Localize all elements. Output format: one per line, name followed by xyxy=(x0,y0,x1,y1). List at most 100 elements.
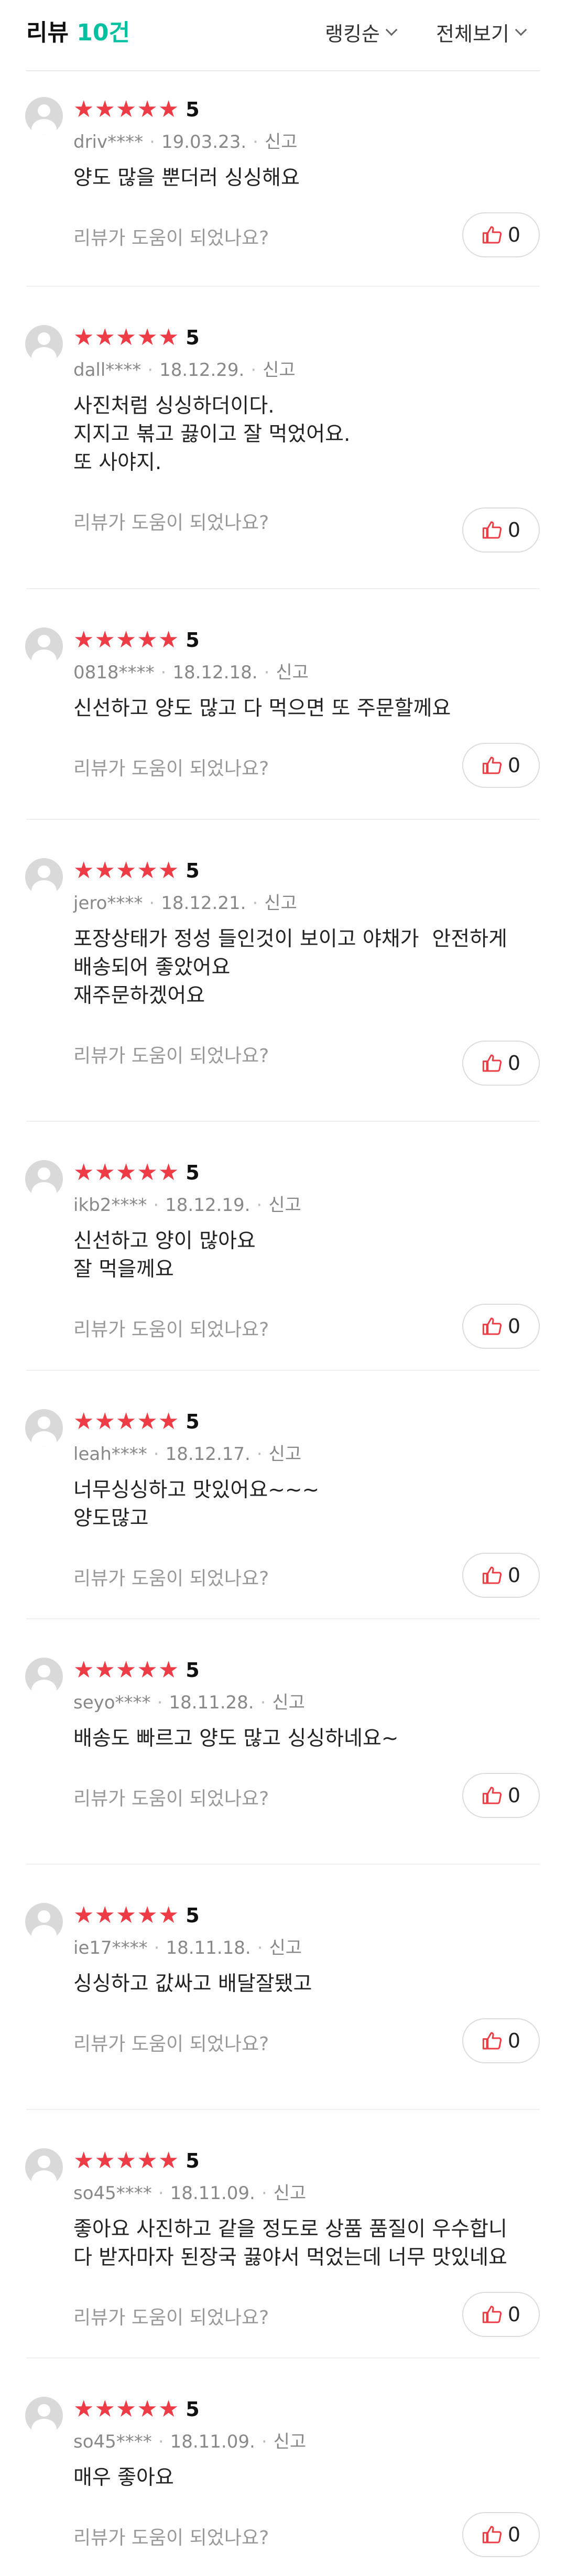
rating-value: 5 xyxy=(186,2398,200,2421)
rating-value: 5 xyxy=(186,1161,200,1184)
like-button[interactable]: 0 xyxy=(462,1773,540,1818)
like-button[interactable]: 0 xyxy=(462,507,540,553)
like-button[interactable]: 0 xyxy=(462,1553,540,1598)
report-link[interactable]: 신고 xyxy=(265,132,298,153)
helpful-prompt: 리뷰가 도움이 되었나요? xyxy=(73,228,269,249)
review-date: 18.11.28. xyxy=(169,1692,254,1713)
divider xyxy=(26,1121,540,1122)
report-link[interactable]: 신고 xyxy=(276,662,309,683)
like-button[interactable]: 0 xyxy=(462,743,540,788)
report-link[interactable]: 신고 xyxy=(269,1938,302,1958)
review-text-line: 사진처럼 싱싱하더이다. xyxy=(73,394,275,418)
meta-separator: · xyxy=(260,1692,266,1713)
star-icon: ★ xyxy=(94,626,115,653)
star-icon: ★ xyxy=(115,1657,137,1683)
review-date: 18.12.29. xyxy=(159,360,245,381)
like-count: 0 xyxy=(507,2523,521,2546)
helpful-prompt: 리뷰가 도움이 되었나요? xyxy=(73,2527,269,2549)
meta-separator: · xyxy=(252,893,258,914)
rating-value: 5 xyxy=(186,326,200,349)
star-icon: ★ xyxy=(137,1902,158,1929)
review-meta: ie17**** · 18.11.18. · 신고 xyxy=(73,1933,302,1959)
review-meta: so45**** · 18.11.09. · 신고 xyxy=(73,2427,306,2453)
review-text: 너무싱싱하고 맛있어요~~~ 양도많고 xyxy=(73,1476,535,1533)
star-icon: ★ xyxy=(137,1657,158,1683)
star-icon: ★ xyxy=(73,626,94,653)
like-count: 0 xyxy=(507,1564,521,1587)
review-text-line: 매우 좋아요 xyxy=(73,2466,174,2490)
star-icon: ★ xyxy=(158,1902,179,1929)
star-icon: ★ xyxy=(73,857,94,884)
star-rating: ★ ★ ★ ★ ★ 5 xyxy=(73,324,200,351)
report-link[interactable]: 신고 xyxy=(274,2431,307,2452)
star-icon: ★ xyxy=(137,2396,158,2422)
like-button[interactable]: 0 xyxy=(462,212,540,257)
like-button[interactable]: 0 xyxy=(462,2292,540,2337)
review-meta: seyo**** · 18.11.28. · 신고 xyxy=(73,1688,305,1714)
meta-separator: · xyxy=(160,662,167,683)
divider xyxy=(26,1370,540,1371)
star-icon: ★ xyxy=(137,1408,158,1435)
report-link[interactable]: 신고 xyxy=(274,2183,307,2204)
meta-separator: · xyxy=(149,132,155,153)
star-icon: ★ xyxy=(158,1657,179,1683)
report-link[interactable]: 신고 xyxy=(269,1444,302,1465)
avatar xyxy=(25,1160,63,1198)
review-text-line: 신선하고 양이 많아요 xyxy=(73,1229,256,1253)
review-meta: leah**** · 18.12.17. · 신고 xyxy=(73,1439,301,1465)
star-icon: ★ xyxy=(94,1657,115,1683)
star-icon: ★ xyxy=(94,1408,115,1435)
review-text-line: 또 사야지. xyxy=(73,451,162,474)
review-date: 18.12.18. xyxy=(172,662,258,683)
star-icon: ★ xyxy=(73,324,94,351)
star-icon: ★ xyxy=(158,2396,179,2422)
review-date: 18.12.19. xyxy=(165,1195,251,1216)
star-rating: ★ ★ ★ ★ ★ 5 xyxy=(73,1902,200,1929)
review-text: 배송도 빠르고 양도 많고 싱싱하네요~ xyxy=(73,1725,535,1753)
avatar xyxy=(25,627,63,665)
report-link[interactable]: 신고 xyxy=(272,1692,305,1713)
star-icon: ★ xyxy=(158,1408,179,1435)
star-icon: ★ xyxy=(137,2147,158,2174)
review-text-line: 싱싱하고 값싸고 배달잘됐고 xyxy=(73,1972,312,1996)
like-count: 0 xyxy=(507,1315,521,1338)
avatar xyxy=(25,2148,63,2186)
star-icon: ★ xyxy=(73,1657,94,1683)
star-rating: ★ ★ ★ ★ ★ 5 xyxy=(73,1659,200,1682)
helpful-prompt: 리뷰가 도움이 되었나요? xyxy=(73,512,269,534)
rating-value: 5 xyxy=(186,2149,200,2172)
review-text: 좋아요 사진하고 같을 정도로 상품 품질이 우수합니 다 받자마자 된장국 끓야… xyxy=(73,2215,535,2272)
divider xyxy=(26,1618,540,1619)
star-icon: ★ xyxy=(115,2147,137,2174)
sort-dropdown[interactable]: 랭킹순 xyxy=(325,18,398,47)
like-count: 0 xyxy=(507,223,521,246)
star-icon: ★ xyxy=(94,96,115,123)
helpful-prompt: 리뷰가 도움이 되었나요? xyxy=(73,1568,269,1589)
helpful-prompt: 리뷰가 도움이 되었나요? xyxy=(73,2033,269,2055)
star-icon: ★ xyxy=(73,1159,94,1186)
like-button[interactable]: 0 xyxy=(462,2018,540,2063)
report-link[interactable]: 신고 xyxy=(268,1195,301,1216)
review-text: 양도 많을 뿐더러 싱싱해요 xyxy=(73,164,535,192)
like-button[interactable]: 0 xyxy=(462,1304,540,1349)
review-text-line: 양도많고 xyxy=(73,1507,149,1530)
review-meta: dall**** · 18.12.29. · 신고 xyxy=(73,355,296,381)
rating-value: 5 xyxy=(186,859,200,882)
star-icon: ★ xyxy=(94,324,115,351)
like-button[interactable]: 0 xyxy=(462,1041,540,1086)
meta-separator: · xyxy=(257,1938,263,1958)
report-link[interactable]: 신고 xyxy=(263,360,296,381)
like-button[interactable]: 0 xyxy=(462,2512,540,2557)
divider xyxy=(26,2109,540,2110)
meta-separator: · xyxy=(153,1195,159,1216)
star-icon: ★ xyxy=(137,1159,158,1186)
reviewer-id: ikb2**** xyxy=(73,1195,147,1216)
chevron-down-icon xyxy=(515,24,527,36)
report-link[interactable]: 신고 xyxy=(264,893,297,914)
star-rating: ★ ★ ★ ★ ★ 5 xyxy=(73,1408,200,1435)
star-icon: ★ xyxy=(115,1159,137,1186)
thumbs-up-icon xyxy=(482,2306,502,2323)
filter-dropdown[interactable]: 전체보기 xyxy=(436,18,527,47)
avatar xyxy=(25,858,63,896)
review-count: 10건 xyxy=(77,19,130,46)
